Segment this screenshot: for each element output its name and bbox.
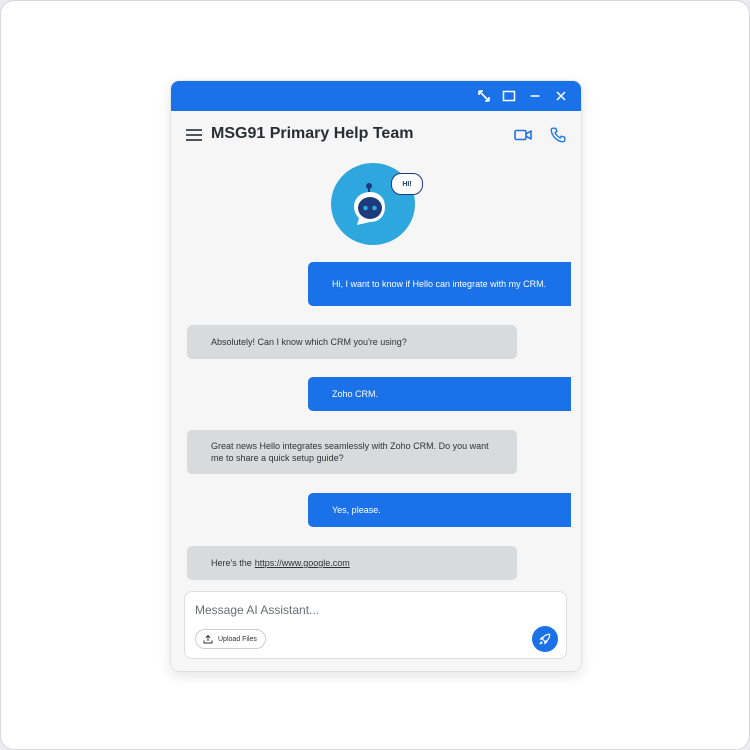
screenshot-frame: MSG91 Primary Help Team HI! Hi, I want t… <box>0 0 750 750</box>
message-text: Zoho CRM. <box>332 389 379 399</box>
message-composer: Upload Files <box>184 591 567 659</box>
close-button[interactable] <box>550 85 572 107</box>
incoming-message: Absolutely! Can I know which CRM you're … <box>187 325 517 359</box>
phone-call-icon <box>550 127 566 143</box>
window-titlebar <box>171 81 581 111</box>
message-text: Here's the <box>211 558 252 568</box>
hi-speech-bubble: HI! <box>391 173 423 195</box>
maximize-icon <box>502 90 516 102</box>
message-link[interactable]: https://www.google.com <box>255 557 350 569</box>
outgoing-message: Hi, I want to know if Hello can integrat… <box>308 262 571 306</box>
message-text: Yes, please. <box>332 505 381 515</box>
close-icon <box>556 91 566 101</box>
outgoing-message: Zoho CRM. <box>308 377 571 411</box>
chat-header: MSG91 Primary Help Team <box>171 111 581 159</box>
video-call-button[interactable] <box>512 124 534 146</box>
rocket-send-icon <box>539 633 551 645</box>
expand-button[interactable] <box>473 85 495 107</box>
minimize-button[interactable] <box>524 85 546 107</box>
chat-window: MSG91 Primary Help Team HI! Hi, I want t… <box>171 81 581 671</box>
outgoing-message: Yes, please. <box>308 493 571 527</box>
minimize-icon <box>530 95 540 97</box>
message-text: Great news Hello integrates seamlessly w… <box>211 441 489 463</box>
robot-icon <box>354 183 385 225</box>
incoming-message: Great news Hello integrates seamlessly w… <box>187 430 517 474</box>
maximize-button[interactable] <box>498 85 520 107</box>
send-button[interactable] <box>532 626 558 652</box>
bot-avatar: HI! <box>331 163 423 245</box>
message-text: Absolutely! Can I know which CRM you're … <box>211 337 407 347</box>
upload-icon <box>203 634 213 644</box>
hamburger-menu-icon[interactable] <box>185 127 203 143</box>
incoming-message: Here's the https://www.google.com <box>187 546 517 580</box>
message-text: Hi, I want to know if Hello can integrat… <box>332 279 547 289</box>
video-call-icon <box>514 129 532 141</box>
upload-files-label: Upload Files <box>218 635 257 643</box>
chat-title: MSG91 Primary Help Team <box>211 125 414 142</box>
phone-call-button[interactable] <box>547 124 569 146</box>
expand-arrows-icon <box>478 90 490 102</box>
upload-files-button[interactable]: Upload Files <box>195 629 266 649</box>
message-input[interactable] <box>195 601 495 619</box>
